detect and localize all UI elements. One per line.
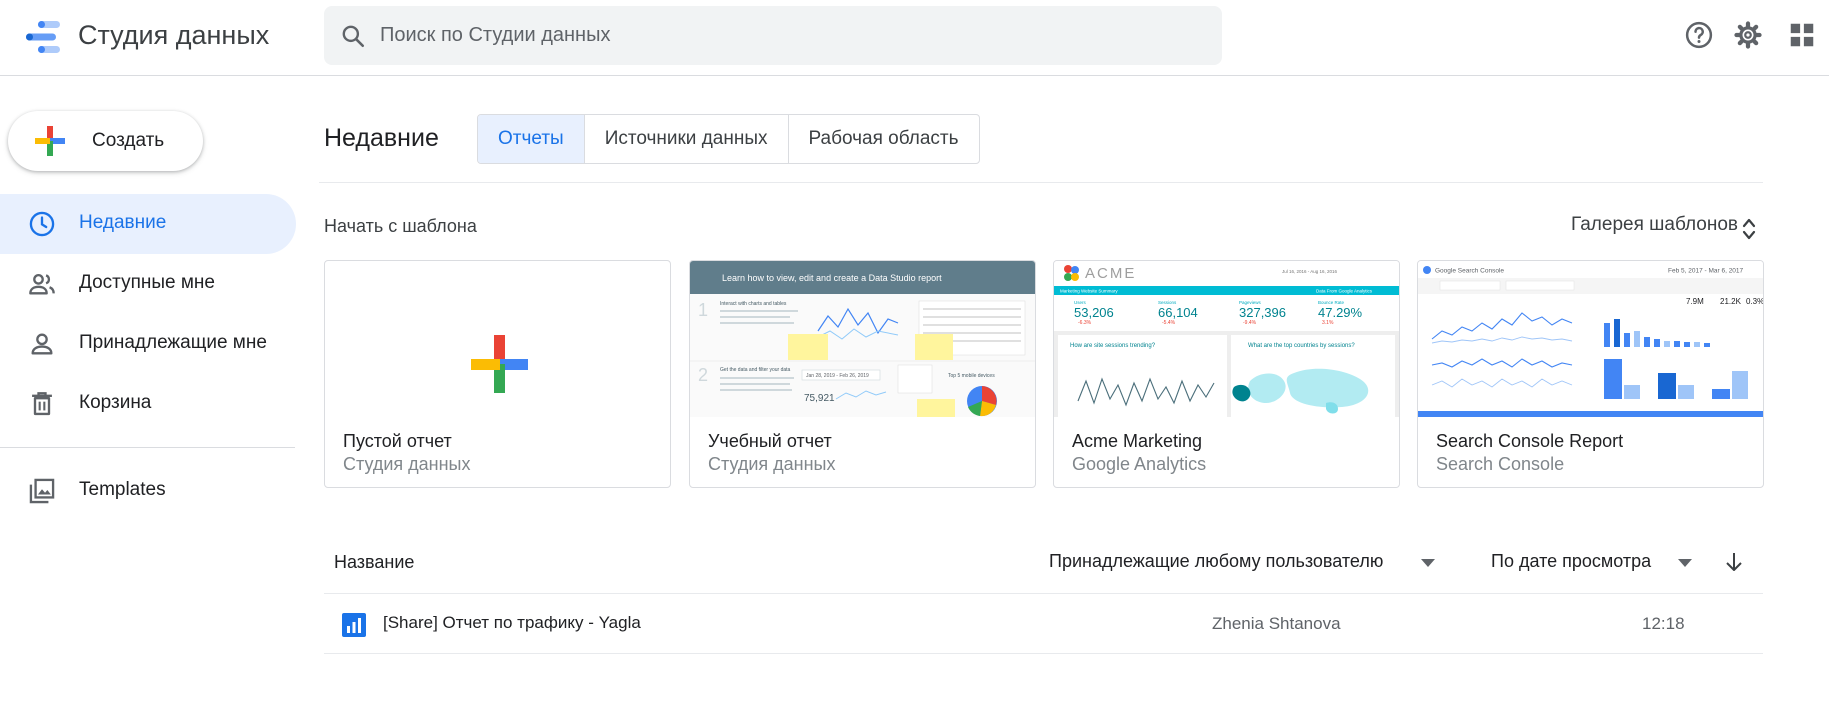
app-title[interactable]: Студия данных: [78, 20, 269, 51]
sidebar-item-templates[interactable]: Templates: [0, 461, 296, 521]
create-button[interactable]: Создать: [8, 111, 203, 171]
svg-text:What are the top countries by: What are the top countries by sessions?: [1248, 343, 1355, 349]
svg-text:3.1%: 3.1%: [1322, 320, 1334, 326]
svg-text:ACME: ACME: [1085, 265, 1136, 282]
trash-icon: [32, 392, 52, 416]
sidebar-item-label: Корзина: [79, 392, 152, 413]
svg-text:0.3%: 0.3%: [1746, 297, 1763, 306]
svg-text:Jan 28, 2019 - Feb 26, 2019: Jan 28, 2019 - Feb 26, 2019: [806, 373, 869, 379]
tab-workspace[interactable]: Рабочая область: [787, 115, 979, 163]
sidebar-divider: [0, 447, 295, 448]
create-label: Создать: [92, 130, 165, 151]
template-card-acme-marketing[interactable]: ACME Jul 16, 2016 - Aug 16, 2016 Marketi…: [1053, 260, 1400, 488]
sidebar-item-label: Недавние: [79, 212, 167, 233]
owner-filter-dropdown[interactable]: Принадлежащие любому пользователю: [1049, 551, 1383, 572]
sort-order-dropdown[interactable]: По дате просмотра: [1491, 551, 1651, 572]
tab-data-sources[interactable]: Источники данных: [583, 115, 788, 163]
svg-text:-6.3%: -6.3%: [1078, 320, 1092, 326]
sidebar-item-label: Принадлежащие мне: [79, 332, 267, 353]
apps-grid-icon[interactable]: [1787, 20, 1817, 50]
svg-text:7.9M: 7.9M: [1686, 297, 1704, 306]
owner-filter-caret-icon[interactable]: [1421, 559, 1435, 567]
svg-text:-9.4%: -9.4%: [1243, 320, 1257, 326]
sidebar-item-label: Templates: [79, 479, 166, 500]
tab-reports[interactable]: Отчеты: [478, 115, 584, 163]
people-icon: [29, 273, 55, 295]
list-row-divider: [324, 653, 1763, 654]
section-divider: [319, 182, 1763, 183]
svg-text:Data From Google Analytics: Data From Google Analytics: [1316, 289, 1373, 294]
acme-marketing-thumbnail: ACME Jul 16, 2016 - Aug 16, 2016 Marketi…: [1054, 261, 1399, 417]
svg-text:Top 5 mobile devices: Top 5 mobile devices: [948, 373, 995, 379]
sort-order-caret-icon[interactable]: [1678, 559, 1692, 567]
template-card-title: Search Console Report: [1436, 431, 1624, 451]
svg-text:53,206: 53,206: [1074, 305, 1114, 320]
template-card-subtitle: Студия данных: [343, 454, 471, 474]
report-last-viewed: 12:18: [1642, 614, 1685, 633]
app-header: Студия данных: [0, 0, 1829, 76]
templates-heading: Начать с шаблона: [324, 216, 477, 236]
svg-text:327,396: 327,396: [1239, 305, 1286, 320]
report-name[interactable]: [Share] Отчет по трафику - Yagla: [383, 613, 641, 633]
sidebar-item-owned-by-me[interactable]: Принадлежащие мне: [0, 314, 296, 374]
tutorial-report-thumbnail: Learn how to view, edit and create a Dat…: [690, 261, 1035, 417]
search-icon[interactable]: [340, 23, 366, 49]
svg-text:How are site sessions trending: How are site sessions trending?: [1070, 343, 1156, 349]
svg-text:47.29%: 47.29%: [1318, 305, 1363, 320]
search-console-thumbnail: Google Search Console Feb 5, 2017 - Mar …: [1418, 261, 1763, 417]
svg-text:Feb 5, 2017 - Mar 6, 2017: Feb 5, 2017 - Mar 6, 2017: [1668, 268, 1744, 275]
search-input[interactable]: [380, 6, 1200, 65]
svg-text:Get the data and filter your d: Get the data and filter your data: [720, 367, 791, 373]
svg-text:Interact with charts and table: Interact with charts and tables: [720, 301, 787, 307]
settings-gear-icon[interactable]: [1733, 20, 1763, 50]
name-column-header[interactable]: Название: [334, 552, 414, 573]
sidebar-item-shared-with-me[interactable]: Доступные мне: [0, 254, 296, 314]
svg-text:1: 1: [698, 300, 708, 320]
svg-text:Jul 16, 2016 - Aug 16, 2016: Jul 16, 2016 - Aug 16, 2016: [1282, 269, 1338, 274]
report-owner: Zhenia Shtanova: [1212, 614, 1341, 633]
svg-text:Learn how to view, edit and cr: Learn how to view, edit and create a Dat…: [722, 273, 942, 283]
template-card-title: Acme Marketing: [1072, 431, 1203, 451]
svg-text:75,921: 75,921: [804, 393, 835, 404]
svg-text:66,104: 66,104: [1158, 305, 1198, 320]
templates-icon: [29, 478, 55, 504]
svg-text:2: 2: [698, 365, 708, 385]
svg-text:21.2K: 21.2K: [1720, 297, 1742, 306]
search-bar[interactable]: [324, 6, 1222, 65]
table-row[interactable]: [Share] Отчет по трафику - Yagla Zhenia …: [324, 593, 1763, 653]
sidebar-item-recent[interactable]: Недавние: [0, 194, 296, 254]
clock-icon: [29, 211, 55, 237]
sidebar-item-label: Доступные мне: [79, 272, 215, 293]
template-card-subtitle: Google Analytics: [1072, 454, 1207, 474]
colorful-plus-icon: [471, 335, 528, 393]
template-gallery-button[interactable]: Галерея шаблонов: [1571, 214, 1738, 236]
blank-report-thumbnail: [471, 335, 528, 393]
template-card-subtitle: Search Console: [1436, 454, 1565, 474]
template-card-tutorial[interactable]: Learn how to view, edit and create a Dat…: [689, 260, 1036, 488]
colorful-plus-icon: [35, 126, 65, 156]
svg-text:Marketing Website Summary: Marketing Website Summary: [1060, 289, 1118, 294]
sidebar-item-trash[interactable]: Корзина: [0, 374, 296, 434]
help-icon[interactable]: [1684, 20, 1714, 50]
person-icon: [31, 333, 53, 355]
template-card-title: Пустой отчет: [343, 431, 452, 451]
svg-text:-5.4%: -5.4%: [1162, 320, 1176, 326]
data-studio-logo-icon[interactable]: [24, 18, 64, 56]
svg-text:Google Search Console: Google Search Console: [1435, 268, 1504, 275]
tab-bar: Отчеты Источники данных Рабочая область: [477, 114, 980, 164]
template-card-title: Учебный отчет: [708, 431, 832, 451]
template-card-subtitle: Студия данных: [708, 454, 836, 474]
sort-direction-arrow-icon[interactable]: [1723, 550, 1745, 574]
report-bar-chart-icon: [342, 613, 366, 637]
section-title: Недавние: [324, 124, 439, 152]
expand-arrows-icon[interactable]: [1742, 216, 1756, 242]
template-card-search-console[interactable]: Google Search Console Feb 5, 2017 - Mar …: [1417, 260, 1764, 488]
template-card-blank[interactable]: Пустой отчет Студия данных: [324, 260, 671, 488]
